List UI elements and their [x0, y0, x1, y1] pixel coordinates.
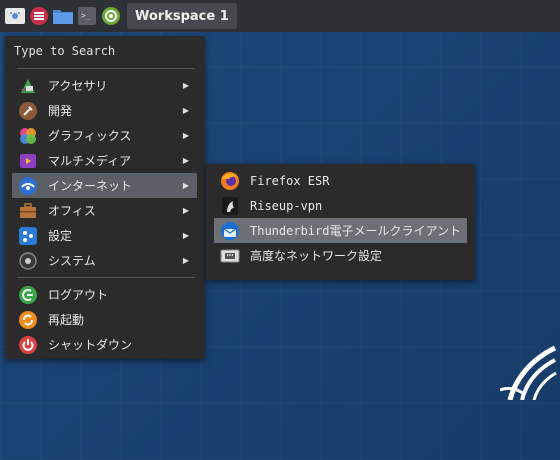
restart-icon: [18, 310, 38, 330]
accessories-icon: [18, 76, 38, 96]
app-riseup-vpn[interactable]: Riseup-vpn: [214, 193, 467, 218]
workspace-button[interactable]: Workspace 1: [127, 3, 237, 29]
development-icon: [18, 101, 38, 121]
office-icon: [18, 201, 38, 221]
category-label: アクセサリ: [48, 79, 108, 93]
submenu-arrow-icon: ▶: [182, 256, 189, 265]
riseup-vpn-icon: [220, 196, 240, 216]
settings-icon: [18, 226, 38, 246]
category-label: システム: [48, 254, 96, 268]
terminal-icon[interactable]: >_: [77, 6, 97, 26]
whisker-menu-icon[interactable]: [5, 6, 25, 26]
category-label: グラフィックス: [48, 129, 132, 143]
category-label: 開発: [48, 104, 73, 118]
category-graphics[interactable]: グラフィックス ▶: [12, 123, 197, 148]
graphics-icon: [18, 126, 38, 146]
restart-button[interactable]: 再起動: [12, 307, 197, 332]
submenu-arrow-icon: ▶: [182, 81, 189, 90]
system-icon: [18, 251, 38, 271]
search-input[interactable]: Type to Search: [5, 38, 205, 64]
logout-button[interactable]: ログアウト: [12, 282, 197, 307]
app-label: 高度なネットワーク設定: [250, 249, 383, 263]
category-development[interactable]: 開発 ▶: [12, 98, 197, 123]
thunderbird-icon: [220, 221, 240, 241]
wallpaper-logo-icon: [500, 345, 557, 400]
category-internet[interactable]: インターネット ▶: [12, 173, 197, 198]
app-thunderbird[interactable]: Thunderbird電子メールクライアント: [214, 218, 467, 243]
internet-icon: [18, 176, 38, 196]
category-office[interactable]: オフィス ▶: [12, 198, 197, 223]
svg-text:>_: >_: [81, 11, 91, 20]
firefox-icon: [220, 171, 240, 191]
settings-icon[interactable]: [101, 6, 121, 26]
submenu-arrow-icon: ▶: [182, 156, 189, 165]
submenu-arrow-icon: ▶: [182, 231, 189, 240]
internet-submenu: Firefox ESR Riseup-vpn Thunderbird電子メールク…: [206, 164, 475, 280]
menu-divider: [17, 68, 195, 69]
category-accessories[interactable]: アクセサリ ▶: [12, 73, 197, 98]
app-menu-icon[interactable]: [29, 6, 49, 26]
app-label: Riseup-vpn: [250, 198, 323, 213]
category-multimedia[interactable]: マルチメディア ▶: [12, 148, 197, 173]
submenu-arrow-icon: ▶: [182, 181, 189, 190]
file-manager-icon[interactable]: [53, 6, 73, 26]
category-label: オフィス: [48, 204, 96, 218]
submenu-arrow-icon: ▶: [182, 131, 189, 140]
shutdown-button[interactable]: シャットダウン: [12, 332, 197, 357]
submenu-arrow-icon: ▶: [182, 206, 189, 215]
logout-label: ログアウト: [48, 288, 109, 302]
shutdown-label: シャットダウン: [48, 338, 133, 352]
restart-label: 再起動: [48, 313, 85, 327]
taskbar: >_ Workspace 1: [0, 0, 560, 32]
app-network-settings[interactable]: 高度なネットワーク設定: [214, 243, 467, 268]
network-settings-icon: [220, 246, 240, 266]
app-label: Firefox ESR: [250, 173, 330, 188]
category-label: マルチメディア: [48, 154, 132, 168]
category-label: インターネット: [48, 179, 133, 193]
logout-icon: [18, 285, 38, 305]
application-menu: Type to Search アクセサリ ▶ 開発 ▶ グラフィックス ▶ マル…: [5, 36, 205, 359]
multimedia-icon: [18, 151, 38, 171]
category-system[interactable]: システム ▶: [12, 248, 197, 273]
app-firefox-esr[interactable]: Firefox ESR: [214, 168, 467, 193]
shutdown-icon: [18, 335, 38, 355]
category-label: 設定: [48, 229, 73, 243]
submenu-arrow-icon: ▶: [182, 106, 189, 115]
menu-divider: [17, 277, 195, 278]
app-label: Thunderbird電子メールクライアント: [250, 224, 461, 238]
category-settings[interactable]: 設定 ▶: [12, 223, 197, 248]
